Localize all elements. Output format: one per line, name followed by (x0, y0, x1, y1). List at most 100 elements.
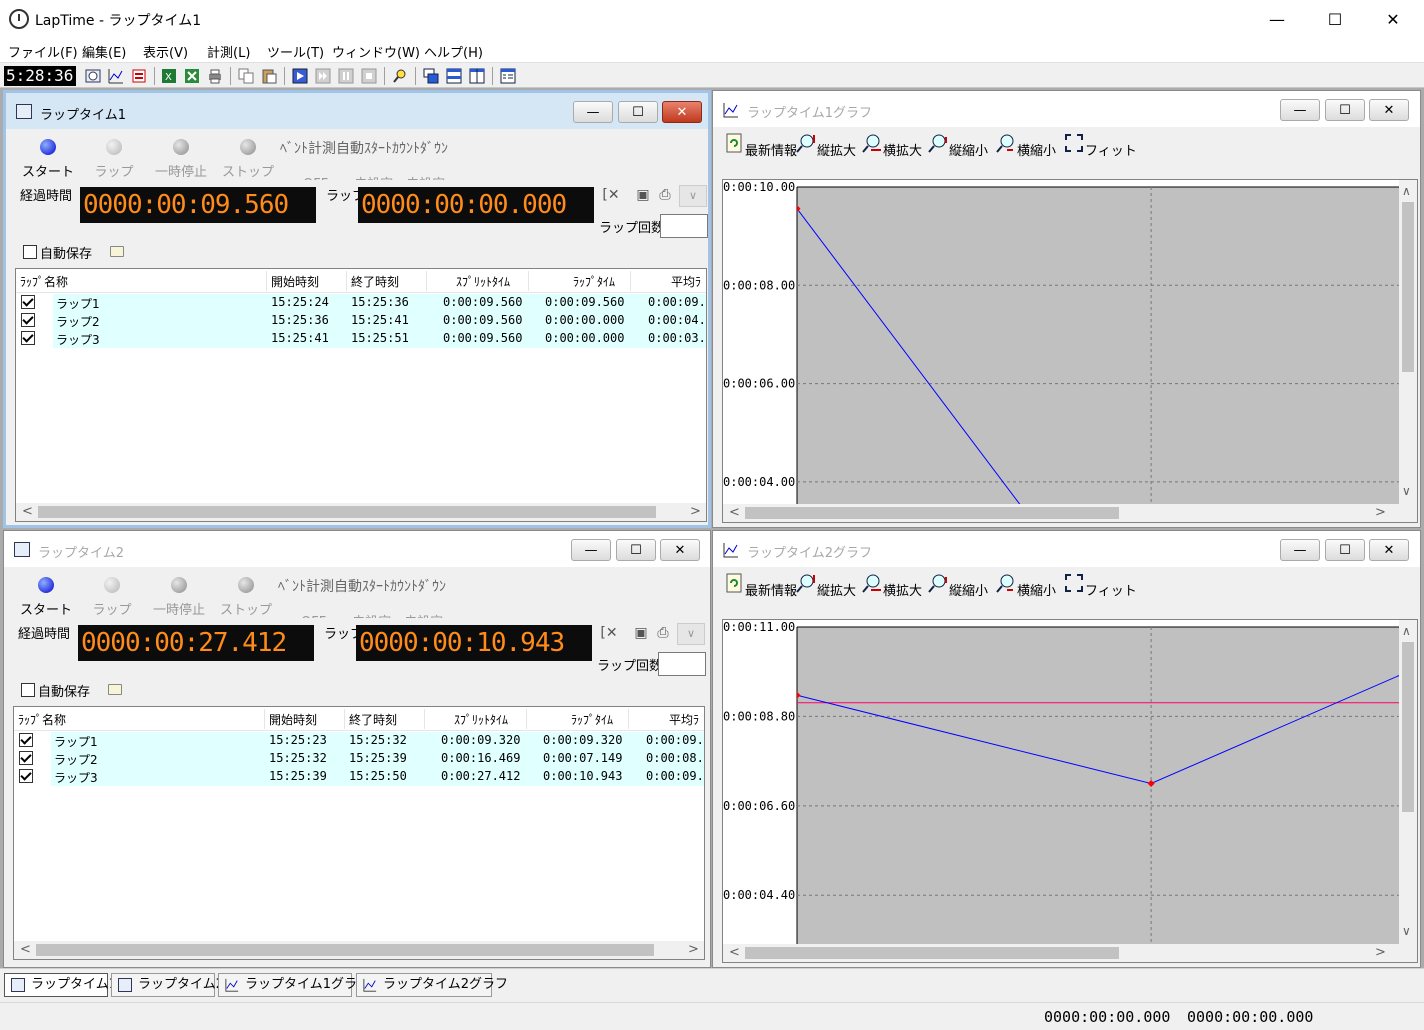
col-end[interactable]: 終了時刻 (351, 273, 399, 290)
laptime2-titlebar[interactable]: ラップタイム2 — ☐ ✕ (4, 531, 710, 567)
zoom-out-horizontal-button[interactable]: 横縮小 (995, 573, 1056, 599)
scroll-thumb[interactable] (745, 947, 1119, 959)
copy-icon[interactable] (238, 68, 254, 84)
scroll-left-icon[interactable]: < (729, 505, 740, 520)
lap-count-input[interactable] (658, 652, 706, 676)
row-checkbox[interactable] (19, 751, 33, 765)
col-end[interactable]: 終了時刻 (349, 711, 397, 728)
print-icon[interactable]: ⎙ (656, 187, 674, 203)
lap-button[interactable]: ラップ (92, 139, 136, 180)
table-row[interactable]: ラップ3 15:25:41 15:25:51 0:00:09.560 0:00:00.0… (16, 330, 706, 348)
zoom-out-vertical-button[interactable]: 縦縮小 (927, 133, 988, 159)
graph1-titlebar[interactable]: ラップタイム1グラフ — ☐ ✕ (713, 91, 1420, 127)
child-restore-button[interactable]: ☐ (616, 539, 656, 561)
child-restore-button[interactable]: ☐ (1325, 99, 1365, 121)
scroll-up-icon[interactable]: ∧ (1402, 184, 1411, 198)
child-restore-button[interactable]: ☐ (1325, 539, 1365, 561)
col-average[interactable]: 平均ﾗ (671, 273, 701, 290)
scroll-down-icon[interactable]: ∨ (1402, 484, 1411, 498)
table-row[interactable]: ラップ2 15:25:36 15:25:41 0:00:09.560 0:00:00.0… (16, 312, 706, 330)
child-close-button[interactable]: ✕ (662, 101, 702, 123)
child-minimize-button[interactable]: — (1280, 99, 1320, 121)
table-hscrollbar[interactable]: < > (16, 503, 706, 521)
col-split[interactable]: ｽﾌﾟﾘｯﾄﾀｲﾑ (454, 711, 508, 728)
lap-button[interactable]: ラップ (90, 577, 134, 618)
table-row[interactable]: ラップ1 15:25:23 15:25:32 0:00:09.320 0:00:09.3… (14, 732, 704, 750)
col-start[interactable]: 開始時刻 (269, 711, 317, 728)
row-checkbox[interactable] (21, 295, 35, 309)
excel-icon[interactable]: ▣ (634, 187, 652, 203)
refresh-button[interactable]: 最新情報 (723, 133, 797, 159)
zoom-in-horizontal-button[interactable]: 横拡大 (861, 133, 922, 159)
start-button[interactable]: スタート (20, 577, 72, 618)
tab-laptime2[interactable]: ラップタイム2 (111, 973, 224, 997)
scroll-thumb[interactable] (1402, 642, 1414, 812)
fit-button[interactable]: フィット (1063, 133, 1137, 159)
child-close-button[interactable]: ✕ (660, 539, 700, 561)
graph-vscrollbar[interactable]: ∧ ∨ (1399, 180, 1417, 504)
tab-graph1[interactable]: ラップタイム1グラフ (218, 973, 370, 997)
tab-laptime1[interactable]: ラップタイム1 (4, 973, 117, 997)
stop-button[interactable]: ストップ (218, 577, 274, 618)
excel-icon[interactable]: ▣ (632, 625, 650, 641)
new-graph-icon[interactable] (108, 68, 124, 84)
fit-button[interactable]: フィット (1063, 573, 1137, 599)
stop-icon[interactable] (361, 68, 377, 84)
scroll-left-icon[interactable]: < (22, 504, 33, 519)
clear-icon[interactable]: [✕ (600, 625, 618, 641)
pause-icon[interactable] (338, 68, 354, 84)
row-checkbox[interactable] (21, 331, 35, 345)
zoom-in-vertical-button[interactable]: 縦拡大 (795, 573, 856, 599)
minimize-button[interactable]: — (1248, 0, 1306, 38)
folder-icon[interactable] (108, 684, 122, 695)
menu-measure[interactable]: 計測(L) (207, 42, 250, 61)
dropdown-chevron-icon[interactable]: ∨ (679, 185, 707, 207)
excel-icon[interactable] (184, 68, 200, 84)
autosave-checkbox[interactable] (21, 683, 35, 697)
table-hscrollbar[interactable]: < > (14, 941, 704, 959)
scroll-thumb[interactable] (1402, 202, 1414, 372)
scroll-left-icon[interactable]: < (729, 945, 740, 960)
scroll-thumb[interactable] (36, 944, 654, 956)
zoom-in-horizontal-button[interactable]: 横拡大 (861, 573, 922, 599)
stop-button[interactable]: ストップ (220, 139, 276, 180)
folder-icon[interactable] (110, 246, 124, 257)
dropdown-chevron-icon[interactable]: ∨ (677, 623, 705, 645)
scroll-down-icon[interactable]: ∨ (1402, 924, 1411, 938)
col-start[interactable]: 開始時刻 (271, 273, 319, 290)
child-minimize-button[interactable]: — (1280, 539, 1320, 561)
row-checkbox[interactable] (19, 769, 33, 783)
graph-hscrollbar[interactable]: < > (723, 944, 1417, 962)
laptime1-titlebar[interactable]: ラップタイム1 — ☐ ✕ (6, 93, 708, 129)
scroll-up-icon[interactable]: ∧ (1402, 624, 1411, 638)
tab-graph2[interactable]: ラップタイム2グラフ (356, 973, 508, 997)
properties-icon[interactable] (500, 68, 516, 84)
table-row[interactable]: ラップ1 15:25:24 15:25:36 0:00:09.560 0:00:09.5… (16, 294, 706, 312)
pause-button[interactable]: 一時停止 (146, 139, 216, 180)
row-checkbox[interactable] (21, 313, 35, 327)
col-lapname[interactable]: ﾗｯﾌﾟ名称 (20, 273, 68, 290)
graph-vscrollbar[interactable]: ∧ ∨ (1399, 620, 1417, 944)
table-row[interactable]: ラップ3 15:25:39 15:25:50 0:00:27.412 0:00:10.9… (14, 768, 704, 786)
refresh-button[interactable]: 最新情報 (723, 573, 797, 599)
autosave-checkbox[interactable] (23, 245, 37, 259)
child-minimize-button[interactable]: — (571, 539, 611, 561)
pause-button[interactable]: 一時停止 (144, 577, 214, 618)
excel-export-icon[interactable]: X (161, 68, 177, 84)
scroll-thumb[interactable] (38, 506, 656, 518)
row-checkbox[interactable] (19, 733, 33, 747)
zoom-out-horizontal-button[interactable]: 横縮小 (995, 133, 1056, 159)
graph-hscrollbar[interactable]: < > (723, 504, 1417, 522)
play-icon[interactable] (292, 68, 308, 84)
scroll-right-icon[interactable]: > (1375, 945, 1386, 960)
scroll-right-icon[interactable]: > (688, 942, 699, 957)
scroll-right-icon[interactable]: > (1375, 505, 1386, 520)
col-lap[interactable]: ﾗｯﾌﾟﾀｲﾑ (571, 711, 613, 728)
col-average[interactable]: 平均ﾗ (669, 711, 699, 728)
start-button[interactable]: スタート (22, 139, 74, 180)
cascade-icon[interactable] (423, 68, 439, 84)
col-split[interactable]: ｽﾌﾟﾘｯﾄﾀｲﾑ (456, 273, 510, 290)
lap-icon[interactable] (315, 68, 331, 84)
col-lapname[interactable]: ﾗｯﾌﾟ名称 (18, 711, 66, 728)
zoom-in-vertical-button[interactable]: 縦拡大 (795, 133, 856, 159)
